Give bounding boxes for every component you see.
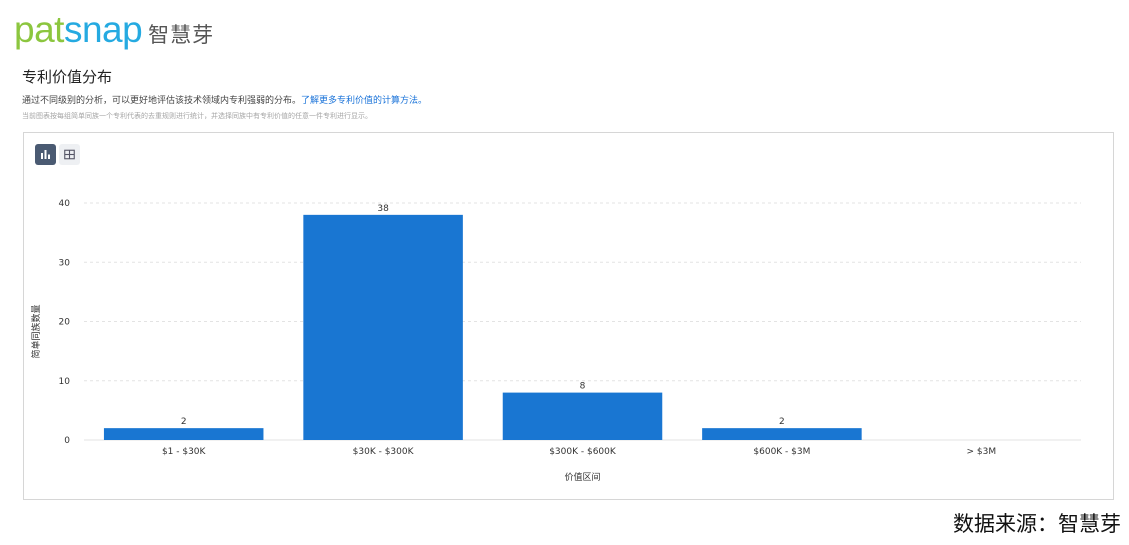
chart-container: 0 10 20 30 40 2 $1 - $30K 38 $30K - $300K 8 $300K … (23, 132, 1114, 500)
x-tick-label: > $3M (966, 447, 996, 457)
y-tick-label: 0 (64, 436, 70, 446)
x-tick-label: $300K - $600K (549, 447, 617, 457)
patsnap-logo: patsnap 智慧芽 (14, 10, 214, 50)
data-label: 8 (580, 382, 586, 392)
stat-note: 当前图表按每组简单同族一个专利代表的去重规则进行统计，并选择同族中有专利价值的任… (22, 112, 372, 120)
bar (502, 392, 663, 440)
bar (103, 428, 264, 440)
data-label: 2 (181, 417, 187, 427)
y-tick-label: 20 (59, 318, 71, 328)
description-text: 通过不同级别的分析，可以更好地评估该技术领域内专利强弱的分布。 (22, 96, 302, 106)
x-tick-label: $30K - $300K (353, 447, 415, 457)
y-tick-label: 40 (59, 199, 71, 209)
x-tick-label: $1 - $30K (162, 447, 207, 457)
x-axis-title: 价值区间 (564, 471, 600, 483)
bar-chart: 0 10 20 30 40 2 $1 - $30K 38 $30K - $300K 8 $300K … (30, 199, 1081, 483)
x-tick-label: $600K - $3M (753, 447, 810, 457)
data-label: 2 (779, 417, 785, 427)
data-label: 38 (377, 204, 389, 214)
y-tick-label: 10 (59, 377, 71, 387)
logo-chinese-name: 智慧芽 (148, 23, 215, 47)
data-source-caption: 数据来源：智慧芽 (953, 512, 1121, 536)
y-tick-label: 30 (59, 258, 71, 268)
bar (702, 428, 862, 440)
learn-more-link[interactable]: 了解更多专利价值的计算方法。 (301, 96, 427, 106)
page-title: 专利价值分布 (22, 68, 113, 86)
description: 通过不同级别的分析，可以更好地评估该技术领域内专利强弱的分布。了解更多专利价值的… (22, 93, 427, 106)
patent-value-panel: 专利价值分布 通过不同级别的分析，可以更好地评估该技术领域内专利强弱的分布。了解… (14, 58, 1119, 508)
logo-wordmark: patsnap (14, 9, 143, 50)
bar (303, 214, 463, 440)
y-axis-title: 简单同族数量 (30, 304, 42, 358)
